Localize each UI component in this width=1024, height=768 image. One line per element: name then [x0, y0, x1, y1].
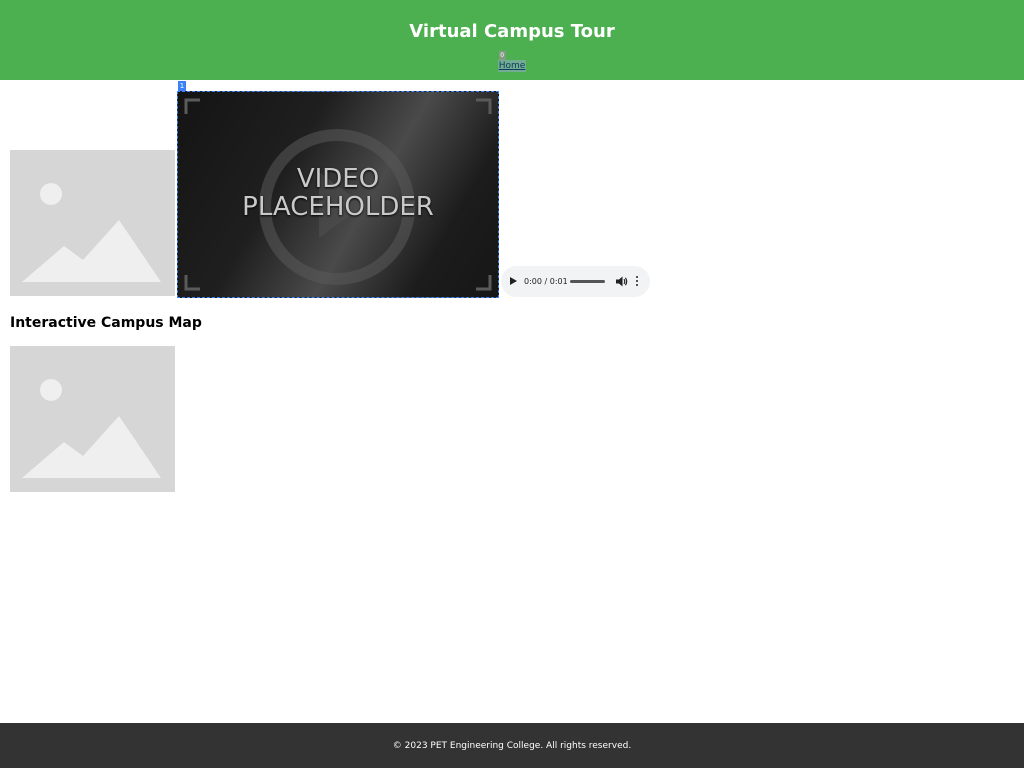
video-placeholder-line1: VIDEO	[296, 164, 380, 194]
footer-copyright: © 2023 PET Engineering College. All righ…	[392, 741, 632, 751]
image-placeholder-icon	[10, 150, 175, 296]
more-options-icon[interactable]	[635, 276, 639, 288]
campus-map-image-placeholder	[10, 346, 175, 492]
page-title: Virtual Campus Tour	[409, 21, 615, 42]
audio-player: 0:00 / 0:01	[501, 266, 650, 297]
campus-image-placeholder	[10, 150, 175, 296]
video-placeholder-line2: PLACEHOLDER	[242, 192, 434, 222]
video-player[interactable]: VIDEO PLACEHOLDER	[177, 91, 499, 298]
section-title-campus-map: Interactive Campus Map	[10, 315, 202, 331]
site-header: Virtual Campus Tour 0 Home	[0, 0, 1024, 80]
video-placeholder-text: VIDEO PLACEHOLDER	[178, 165, 498, 221]
nav-index-badge: 0	[498, 51, 506, 60]
audio-time: 0:00 / 0:01	[524, 277, 568, 286]
home-link[interactable]: Home	[497, 60, 527, 72]
nav-item-home: 0 Home	[497, 50, 527, 72]
site-footer: © 2023 PET Engineering College. All righ…	[0, 723, 1024, 768]
volume-icon[interactable]	[615, 275, 628, 288]
image-placeholder-icon	[10, 346, 175, 492]
audio-seek-slider[interactable]	[570, 280, 605, 283]
main-nav: 0 Home	[0, 50, 1024, 74]
play-icon[interactable]	[510, 277, 517, 285]
